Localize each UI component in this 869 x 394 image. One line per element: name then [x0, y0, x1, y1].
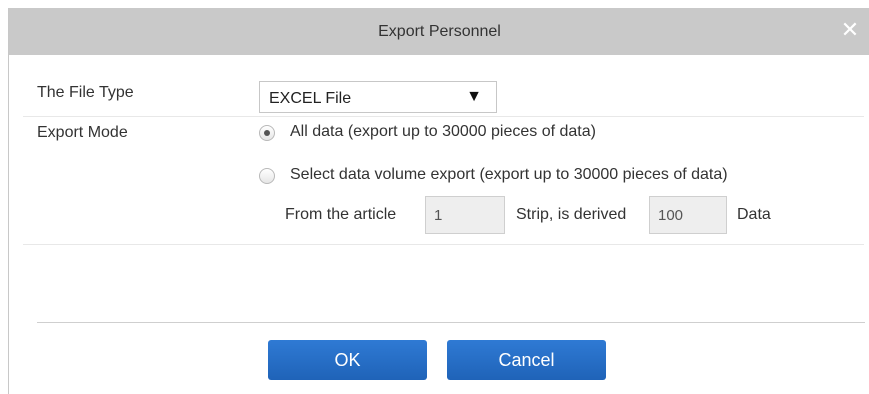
select-volume-option-label[interactable]: Select data volume export (export up to …	[290, 166, 728, 184]
row-divider	[23, 244, 864, 245]
ok-button[interactable]: OK	[268, 340, 427, 380]
dropdown-arrow-icon: ▼	[466, 88, 482, 105]
from-article-input[interactable]	[425, 196, 505, 234]
export-mode-label: Export Mode	[37, 124, 128, 141]
cancel-button[interactable]: Cancel	[447, 340, 606, 380]
strip-derived-label: Strip, is derived	[516, 206, 627, 223]
data-label: Data	[737, 206, 771, 223]
dialog-titlebar[interactable]: Export Personnel ✕	[9, 8, 869, 55]
dialog-title: Export Personnel	[378, 23, 501, 40]
all-data-option-label[interactable]: All data (export up to 30000 pieces of d…	[290, 123, 596, 141]
file-type-select[interactable]: EXCEL File ▼	[259, 81, 497, 113]
footer-divider	[37, 322, 865, 323]
row-divider	[23, 116, 864, 117]
close-icon[interactable]: ✕	[838, 18, 862, 42]
file-type-label: The File Type	[37, 84, 134, 101]
from-article-label: From the article	[285, 206, 397, 223]
file-type-selected-value: EXCEL File	[269, 90, 352, 107]
all-data-radio[interactable]	[259, 125, 275, 141]
data-count-input[interactable]	[649, 196, 727, 234]
select-volume-radio[interactable]	[259, 168, 275, 184]
export-personnel-dialog: Export Personnel ✕ The File Type EXCEL F…	[8, 8, 869, 394]
